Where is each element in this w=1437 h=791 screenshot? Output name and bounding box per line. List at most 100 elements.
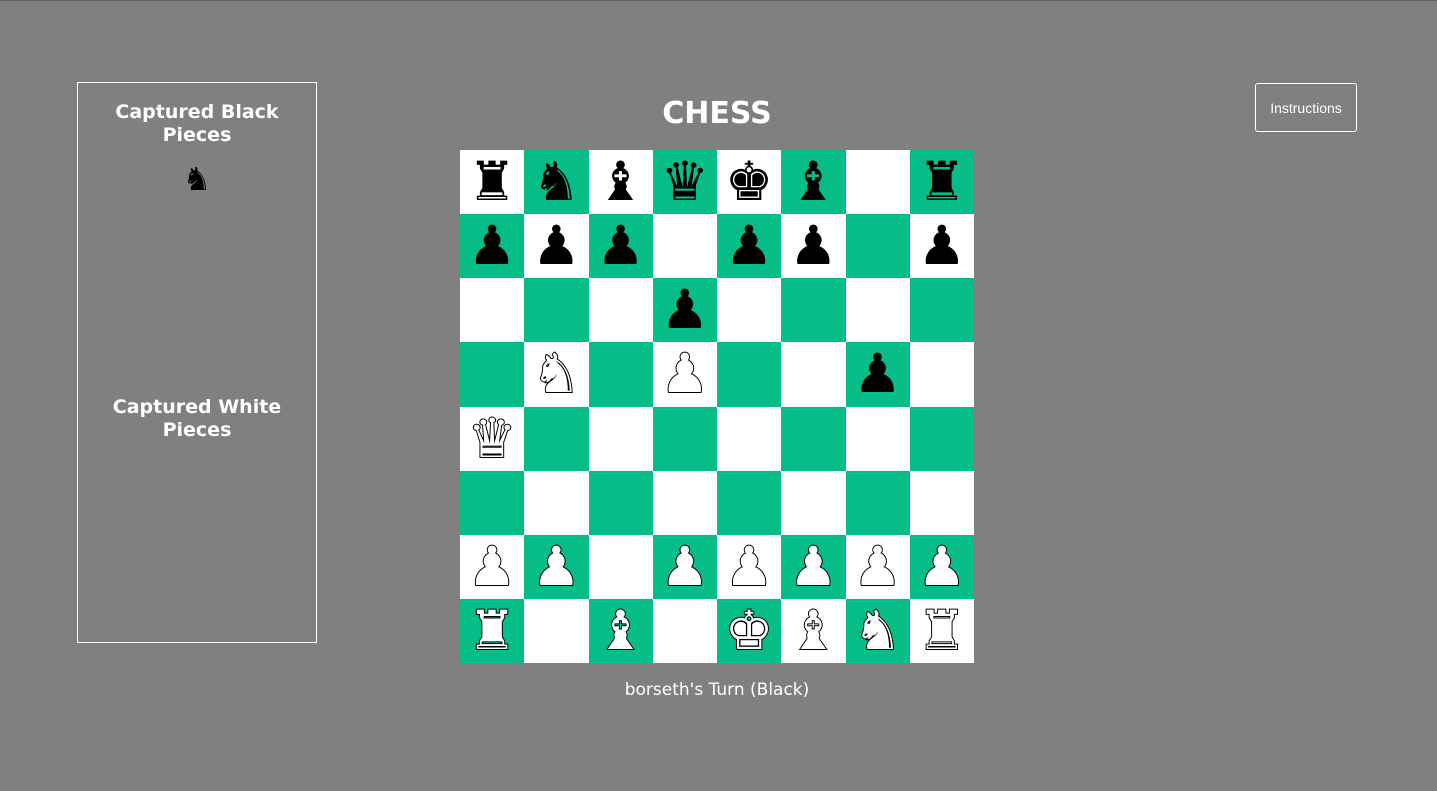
square-d5[interactable]: ♟	[652, 342, 717, 407]
square-f1[interactable]: ♝	[781, 598, 846, 663]
white-bishop-piece[interactable]: ♝	[788, 602, 838, 658]
square-h4[interactable]	[909, 406, 974, 471]
square-g4[interactable]	[845, 406, 910, 471]
square-c6[interactable]	[588, 278, 653, 343]
white-king-piece[interactable]: ♚	[724, 602, 774, 658]
white-rook-piece[interactable]: ♜	[917, 602, 967, 658]
square-h8[interactable]: ♜	[909, 150, 974, 215]
square-h3[interactable]	[909, 470, 974, 535]
black-bishop-piece[interactable]: ♝	[789, 155, 837, 209]
square-h5[interactable]	[909, 342, 974, 407]
square-f7[interactable]: ♟	[781, 214, 846, 279]
white-pawn-piece[interactable]: ♟	[724, 538, 774, 594]
black-king-piece[interactable]: ♚	[725, 155, 773, 209]
square-h1[interactable]: ♜	[909, 598, 974, 663]
square-e8[interactable]: ♚	[717, 150, 782, 215]
square-g8[interactable]	[845, 150, 910, 215]
square-c7[interactable]: ♟	[588, 214, 653, 279]
square-c8[interactable]: ♝	[588, 150, 653, 215]
square-b6[interactable]	[524, 278, 589, 343]
square-d1[interactable]	[652, 598, 717, 663]
square-g3[interactable]	[845, 470, 910, 535]
square-a8[interactable]: ♜	[460, 150, 525, 215]
square-f5[interactable]	[781, 342, 846, 407]
black-queen-piece[interactable]: ♛	[661, 155, 709, 209]
chess-board: ♜ ♞ ♝ ♛ ♚ ♝ ♜ ♟ ♟ ♟ ♟ ♟ ♟ ♟ ♞ ♟ ♟ ♛ ♟ ♟ ♟ ♟ ♟ ♟ ♟ ♜ ♝ ♚ ♝ ♞ ♜	[460, 150, 974, 663]
square-e2[interactable]: ♟	[717, 534, 782, 599]
square-e6[interactable]	[717, 278, 782, 343]
square-a6[interactable]	[460, 278, 525, 343]
square-e3[interactable]	[717, 470, 782, 535]
black-pawn-piece[interactable]: ♟	[725, 219, 773, 273]
square-c3[interactable]	[588, 470, 653, 535]
black-pawn-piece[interactable]: ♟	[918, 219, 966, 273]
square-c4[interactable]	[588, 406, 653, 471]
square-g2[interactable]: ♟	[845, 534, 910, 599]
square-g7[interactable]	[845, 214, 910, 279]
white-pawn-piece[interactable]: ♟	[852, 538, 902, 594]
white-pawn-piece[interactable]: ♟	[467, 538, 517, 594]
white-bishop-piece[interactable]: ♝	[595, 602, 645, 658]
square-d7[interactable]	[652, 214, 717, 279]
square-f3[interactable]	[781, 470, 846, 535]
black-pawn-piece[interactable]: ♟	[661, 283, 709, 337]
white-pawn-piece[interactable]: ♟	[788, 538, 838, 594]
black-rook-piece[interactable]: ♜	[918, 155, 966, 209]
square-g6[interactable]	[845, 278, 910, 343]
square-a7[interactable]: ♟	[460, 214, 525, 279]
square-c1[interactable]: ♝	[588, 598, 653, 663]
black-knight-piece[interactable]: ♞	[532, 155, 580, 209]
captured-white-title: Captured White Pieces	[112, 396, 282, 441]
square-f2[interactable]: ♟	[781, 534, 846, 599]
square-f6[interactable]	[781, 278, 846, 343]
square-a1[interactable]: ♜	[460, 598, 525, 663]
square-b3[interactable]	[524, 470, 589, 535]
turn-status: borseth's Turn (Black)	[624, 680, 810, 700]
captured-black-knight-icon: ♞	[182, 160, 212, 198]
square-d8[interactable]: ♛	[652, 150, 717, 215]
black-rook-piece[interactable]: ♜	[468, 155, 516, 209]
white-pawn-piece[interactable]: ♟	[531, 538, 581, 594]
white-queen-piece[interactable]: ♛	[467, 410, 517, 466]
black-pawn-piece[interactable]: ♟	[789, 219, 837, 273]
square-e7[interactable]: ♟	[717, 214, 782, 279]
white-pawn-piece[interactable]: ♟	[660, 538, 710, 594]
square-d2[interactable]: ♟	[652, 534, 717, 599]
square-a2[interactable]: ♟	[460, 534, 525, 599]
square-b7[interactable]: ♟	[524, 214, 589, 279]
black-pawn-piece[interactable]: ♟	[596, 219, 644, 273]
square-a3[interactable]	[460, 470, 525, 535]
square-f4[interactable]	[781, 406, 846, 471]
square-b1[interactable]	[524, 598, 589, 663]
white-knight-piece[interactable]: ♞	[852, 602, 902, 658]
square-a4[interactable]: ♛	[460, 406, 525, 471]
square-b2[interactable]: ♟	[524, 534, 589, 599]
white-knight-piece[interactable]: ♞	[531, 346, 581, 402]
square-e4[interactable]	[717, 406, 782, 471]
white-rook-piece[interactable]: ♜	[467, 602, 517, 658]
square-g1[interactable]: ♞	[845, 598, 910, 663]
square-a5[interactable]	[460, 342, 525, 407]
black-pawn-piece[interactable]: ♟	[853, 347, 901, 401]
square-d4[interactable]	[652, 406, 717, 471]
square-c2[interactable]	[588, 534, 653, 599]
square-c5[interactable]	[588, 342, 653, 407]
square-e1[interactable]: ♚	[717, 598, 782, 663]
square-h2[interactable]: ♟	[909, 534, 974, 599]
square-d6[interactable]: ♟	[652, 278, 717, 343]
black-bishop-piece[interactable]: ♝	[596, 155, 644, 209]
square-h7[interactable]: ♟	[909, 214, 974, 279]
square-g5[interactable]: ♟	[845, 342, 910, 407]
white-pawn-piece[interactable]: ♟	[917, 538, 967, 594]
square-b8[interactable]: ♞	[524, 150, 589, 215]
square-b5[interactable]: ♞	[524, 342, 589, 407]
black-pawn-piece[interactable]: ♟	[468, 219, 516, 273]
white-pawn-piece[interactable]: ♟	[660, 346, 710, 402]
black-pawn-piece[interactable]: ♟	[532, 219, 580, 273]
square-b4[interactable]	[524, 406, 589, 471]
square-e5[interactable]	[717, 342, 782, 407]
instructions-button[interactable]: Instructions	[1255, 83, 1357, 132]
square-d3[interactable]	[652, 470, 717, 535]
square-h6[interactable]	[909, 278, 974, 343]
square-f8[interactable]: ♝	[781, 150, 846, 215]
